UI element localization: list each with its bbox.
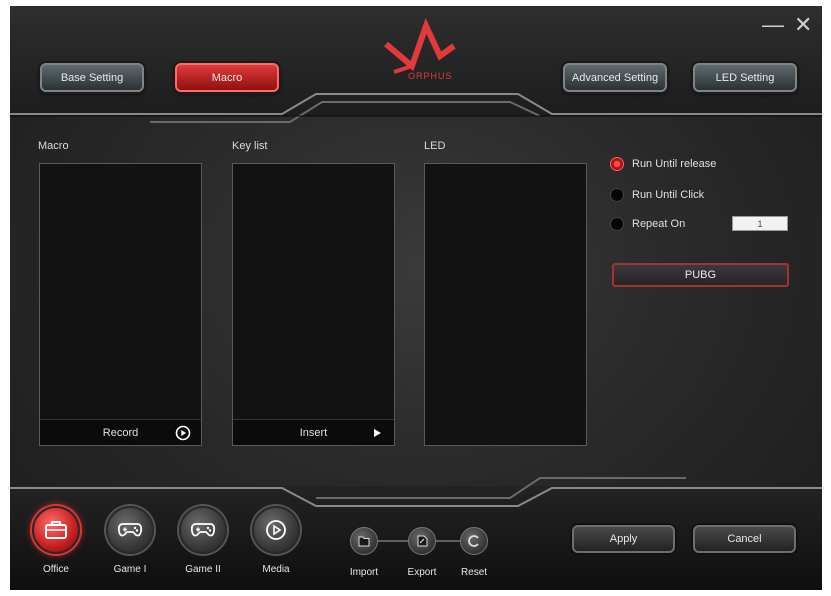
export-label: Export xyxy=(407,567,437,578)
gamepad-icon xyxy=(117,523,143,537)
import-button[interactable] xyxy=(350,527,378,555)
reset-button[interactable] xyxy=(460,527,488,555)
radio-unselected-icon xyxy=(610,217,624,231)
tab-advanced-setting[interactable]: Advanced Setting xyxy=(563,63,667,92)
led-list[interactable] xyxy=(424,163,587,446)
briefcase-icon xyxy=(45,521,67,539)
run-until-release-option[interactable]: Run Until release xyxy=(610,157,716,171)
profile-media-button[interactable] xyxy=(252,506,300,554)
run-until-click-label: Run Until Click xyxy=(632,189,705,201)
close-icon[interactable]: ✕ xyxy=(794,14,812,36)
insert-label: Insert xyxy=(299,426,328,439)
record-button[interactable]: Record xyxy=(40,419,201,445)
profile-office-button[interactable] xyxy=(32,506,80,554)
minimize-icon[interactable]: — xyxy=(762,14,784,36)
keylist-panel-title: Key list xyxy=(232,140,268,152)
led-panel-title: LED xyxy=(424,140,446,152)
profile-game1-label: Game I xyxy=(113,564,147,575)
radio-selected-icon xyxy=(610,157,624,171)
repeat-on-option[interactable]: Repeat On xyxy=(610,217,685,231)
repeat-count-input[interactable] xyxy=(732,216,788,231)
tab-led-setting[interactable]: LED Setting xyxy=(693,63,797,92)
import-label: Import xyxy=(349,567,379,578)
profile-media-label: Media xyxy=(262,564,290,575)
run-until-click-option[interactable]: Run Until Click xyxy=(610,188,704,202)
macro-panel-title: Macro xyxy=(38,140,69,152)
macro-list[interactable]: Record xyxy=(39,163,202,446)
record-label: Record xyxy=(102,426,139,439)
tab-macro[interactable]: Macro xyxy=(175,63,279,92)
export-button[interactable] xyxy=(408,527,436,555)
logo-text: ORPHUS xyxy=(408,71,453,81)
reset-label: Reset xyxy=(460,567,488,578)
profile-game1-button[interactable] xyxy=(106,506,154,554)
play-circle-icon xyxy=(175,425,191,441)
profile-game2-label: Game II xyxy=(185,564,221,575)
tab-base-setting[interactable]: Base Setting xyxy=(40,63,144,92)
app-window: — ✕ ORPHUS Base Setting Macro Advanced S… xyxy=(10,6,822,590)
profile-office-label: Office xyxy=(43,564,69,575)
radio-unselected-icon xyxy=(610,188,624,202)
play-icon xyxy=(266,520,286,540)
export-icon xyxy=(417,535,428,547)
gamepad-icon xyxy=(190,523,216,537)
reset-icon xyxy=(468,535,479,547)
run-until-release-label: Run Until release xyxy=(632,158,717,170)
import-icon xyxy=(358,536,370,547)
insert-button[interactable]: Insert xyxy=(233,419,394,445)
keylist-list[interactable]: Insert xyxy=(232,163,395,446)
apply-button[interactable]: Apply xyxy=(572,525,675,553)
repeat-on-label: Repeat On xyxy=(632,218,686,230)
play-triangle-icon xyxy=(374,429,381,437)
profile-name-button[interactable]: PUBG xyxy=(612,263,789,287)
profile-game2-button[interactable] xyxy=(179,506,227,554)
cancel-button[interactable]: Cancel xyxy=(693,525,796,553)
